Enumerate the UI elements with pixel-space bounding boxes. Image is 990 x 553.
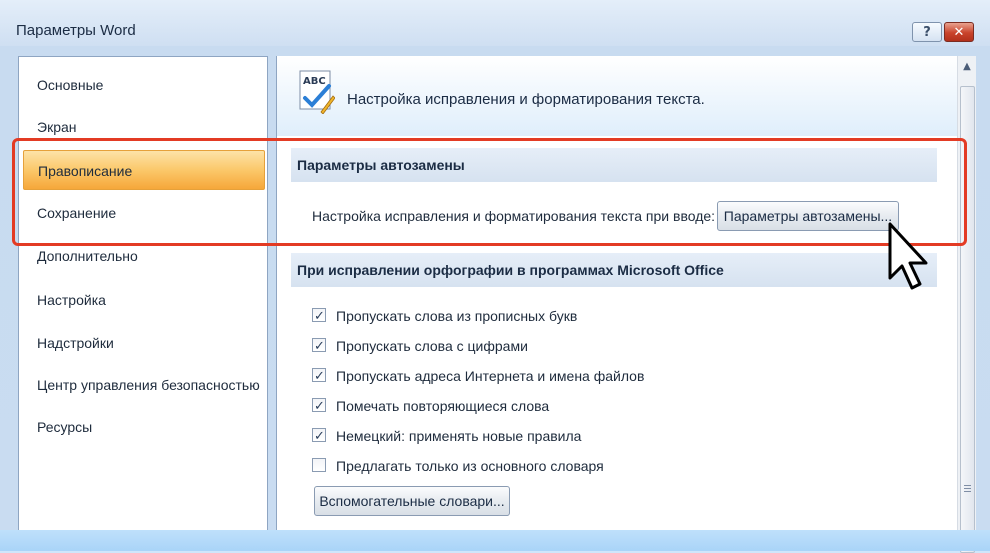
- mouse-cursor-icon: [888, 222, 928, 290]
- red-highlight-annotation: [12, 138, 967, 246]
- custom-dictionaries-button[interactable]: Вспомогательные словари...: [314, 486, 510, 516]
- checkbox-label: Предлагать только из основного словаря: [336, 458, 604, 474]
- checkbox-label: Немецкий: применять новые правила: [336, 428, 582, 444]
- close-button[interactable]: ✕: [944, 22, 974, 42]
- check-mark-icon: ✓: [314, 369, 325, 384]
- checkbox[interactable]: ✓: [312, 338, 326, 354]
- scrollbar[interactable]: ▲: [957, 56, 976, 553]
- sidebar-item-trust-center[interactable]: Центр управления безопасностью: [23, 365, 265, 405]
- checkbox-label: Пропускать слова с цифрами: [336, 338, 528, 354]
- content-header: ABC Настройка исправления и форматирован…: [277, 56, 957, 136]
- sidebar-item-resources[interactable]: Ресурсы: [23, 407, 265, 447]
- header-text: Настройка исправления и форматирования т…: [347, 91, 705, 108]
- checkbox[interactable]: ✓: [312, 368, 326, 384]
- grip-line: [964, 485, 971, 486]
- help-button[interactable]: ?: [912, 22, 942, 42]
- checkbox[interactable]: ✓: [312, 308, 326, 324]
- check-mark-icon: ✓: [314, 339, 325, 354]
- sidebar-item-basic[interactable]: Основные: [23, 65, 265, 105]
- window-title: Параметры Word: [16, 22, 136, 39]
- checkbox[interactable]: ✓: [312, 428, 326, 444]
- grip-line: [964, 491, 971, 492]
- scroll-up-arrow-icon[interactable]: ▲: [958, 60, 976, 74]
- title-bar: Параметры Word ? ✕: [0, 0, 990, 46]
- checkbox-label: Помечать повторяющиеся слова: [336, 398, 550, 414]
- check-mark-icon: ✓: [314, 309, 325, 324]
- checkbox[interactable]: [312, 458, 326, 472]
- content-panel: ABC Настройка исправления и форматирован…: [276, 56, 976, 553]
- checkbox-label: Пропускать слова из прописных букв: [336, 308, 578, 324]
- sidebar-nav: Основные Экран Правописание Сохранение Д…: [18, 56, 268, 536]
- sidebar-item-customize[interactable]: Настройка: [23, 280, 265, 320]
- grip-line: [964, 488, 971, 489]
- check-mark-icon: ✓: [314, 399, 325, 414]
- checkbox-label: Пропускать адреса Интернета и имена файл…: [336, 368, 645, 384]
- bottom-strip: [0, 530, 990, 551]
- svg-text:ABC: ABC: [303, 76, 326, 87]
- checkbox[interactable]: ✓: [312, 398, 326, 414]
- word-options-dialog: Параметры Word ? ✕ Основные Экран Правоп…: [0, 0, 990, 553]
- spelling-section-title: При исправлении орфографии в программах …: [291, 253, 937, 287]
- abc-spellcheck-icon: ABC: [299, 70, 335, 114]
- check-mark-icon: ✓: [314, 429, 325, 444]
- sidebar-item-addins[interactable]: Надстройки: [23, 323, 265, 363]
